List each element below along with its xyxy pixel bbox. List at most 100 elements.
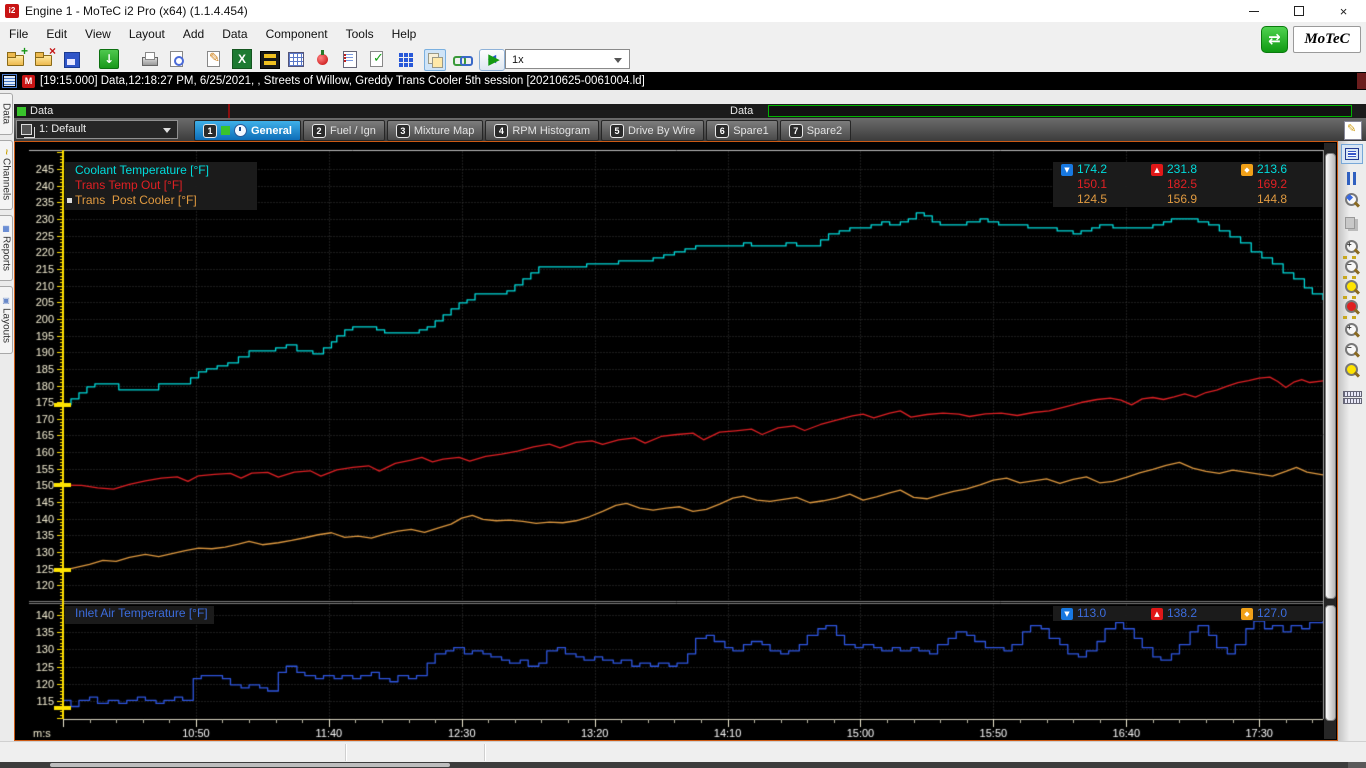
menu-tools[interactable]: Tools [337,23,383,45]
sidebar-tab-data[interactable]: Data [0,93,13,135]
air-max-value: 138.2 [1167,606,1197,621]
main-chart-legend: Coolant Temperature [°F] Trans Temp Out … [65,162,257,210]
play-icon[interactable]: ▶ [484,49,504,69]
close-button[interactable]: × [1321,0,1366,22]
data-header: Data Data [14,104,1366,118]
legend-coolant[interactable]: Coolant Temperature [°F] [75,163,251,178]
coolant-mean-value: 213.6 [1257,162,1287,177]
copy-windows-icon[interactable] [424,49,446,71]
tab-fuel-ign[interactable]: 2Fuel / Ign [303,120,385,141]
export-excel-icon[interactable]: X [232,49,252,69]
coolant-cursor-value: 174.2 [1077,162,1107,177]
data-range-box[interactable] [768,105,1352,117]
minimize-button[interactable] [1231,0,1276,22]
chart-panel: Coolant Temperature [°F] Trans Temp Out … [14,141,1338,741]
cursor-value-icon: ▼ [1061,608,1073,620]
layout-select[interactable]: 1: Default [16,120,178,139]
components-icon[interactable] [396,49,416,69]
display-mode-icon[interactable] [1341,144,1363,164]
menu-layout[interactable]: Layout [120,23,174,45]
tab-general[interactable]: 1 General [194,120,301,141]
main-chart-scroll-thumb[interactable] [1325,153,1336,599]
zoom-in-time-icon[interactable]: + [1341,238,1363,258]
sync-icon[interactable]: ⇄ [1261,26,1288,53]
app-icon: i2 [5,4,19,18]
save-icon[interactable] [62,49,82,69]
link-zoom-icon[interactable] [452,49,472,69]
zoom-out-vertical-icon[interactable]: − [1341,341,1363,361]
worksheet-tab-bar: 1: Default 1 General 2Fuel / Ign 3Mixtur… [14,118,1366,141]
legend-inlet-air[interactable]: Inlet Air Temperature [°F] [75,606,208,621]
menu-view[interactable]: View [76,23,120,45]
menu-component[interactable]: Component [257,23,337,45]
zoom-box-icon[interactable] [1341,298,1363,318]
mean-value-icon: ◆ [1241,608,1253,620]
edit-worksheet-icon[interactable] [1344,121,1362,140]
horizontal-scroll-thumb[interactable] [50,763,450,767]
table-icon[interactable] [286,49,306,69]
menu-help[interactable]: Help [383,23,426,45]
zoom-full-time-icon[interactable] [1341,278,1363,298]
video-icon[interactable] [260,51,280,69]
trans-post-mean-value: 144.8 [1257,192,1287,207]
verify-icon[interactable] [367,49,387,69]
menu-data[interactable]: Data [213,23,256,45]
tab-spare1[interactable]: 6Spare1 [706,120,777,141]
open-remove-icon[interactable]: × [34,49,54,69]
pause-icon[interactable] [1341,169,1363,189]
scroll-corner [1348,762,1366,768]
edit-details-icon[interactable] [204,49,224,69]
horizontal-scrollbar[interactable] [0,762,1366,768]
main-chart-values: ▼174.2 ▲231.8 ◆213.6 150.1 182.5 169.2 1… [1053,162,1323,207]
tab-rpm-histogram[interactable]: 4RPM Histogram [485,120,599,141]
sidebar-tab-channels[interactable]: ~Channels [0,140,13,210]
title-bar: i2 Engine 1 - MoTeC i2 Pro (x64) (1.1.4.… [0,0,1366,22]
menu-file[interactable]: File [0,23,37,45]
air-mean-value: 127.0 [1257,606,1287,621]
zoom-cursor-icon[interactable] [1341,191,1363,211]
layout-window-icon: ▣ [2,296,11,305]
open-add-icon[interactable]: + [6,49,26,69]
print-preview-icon[interactable] [167,49,187,69]
menu-edit[interactable]: Edit [37,23,76,45]
mean-value-icon: ◆ [1241,164,1253,176]
trans-out-cursor-value: 150.1 [1077,177,1107,192]
max-value-icon: ▲ [1151,608,1163,620]
tab-spare2[interactable]: 7Spare2 [780,120,851,141]
data-bar-scroll[interactable] [1357,73,1366,89]
air-chart-scroll-thumb[interactable] [1325,605,1336,721]
report-grid-icon: ▦ [2,224,11,233]
data-header-divider [228,104,230,118]
legend-trans-out[interactable]: Trans Temp Out [°F] [75,178,251,193]
data-file-bar: M [19:15.000] Data,12:18:27 PM, 6/25/202… [0,72,1366,90]
clock-icon [234,124,247,137]
restore-button[interactable] [1276,0,1321,22]
data-list-icon[interactable] [2,74,17,88]
tab-mixture-map[interactable]: 3Mixture Map [387,120,484,141]
legend-trans-post[interactable]: Trans Post Cooler [°F] [75,193,251,208]
max-value-icon: ▲ [1151,164,1163,176]
speed-select[interactable]: 1x [505,49,630,69]
sidebar-tab-reports[interactable]: ▦Reports [0,215,13,281]
data-header-right-label: Data [730,104,753,118]
tab-drive-by-wire[interactable]: 5Drive By Wire [601,120,704,141]
zoom-out-time-icon[interactable]: − [1341,258,1363,278]
import-log-icon[interactable]: ↓ [99,49,119,69]
left-sidebar: Data ~Channels ▦Reports ▣Layouts [0,90,14,741]
layers-icon [21,124,32,135]
zoom-full-vertical-icon[interactable] [1341,361,1363,381]
pan-icon[interactable] [1341,213,1363,233]
sidebar-tab-layouts[interactable]: ▣Layouts [0,286,13,354]
measure-icon[interactable] [1341,386,1363,406]
alarms-icon[interactable] [313,49,333,69]
motec-i2-window: i2 Engine 1 - MoTeC i2 Pro (x64) (1.1.4.… [0,0,1366,768]
window-title: Engine 1 - MoTeC i2 Pro (x64) (1.1.4.454… [25,4,248,18]
time-distance-chart[interactable] [15,142,1325,740]
properties-icon[interactable] [340,49,360,69]
menu-add[interactable]: Add [174,23,213,45]
menu-bar: File Edit View Layout Add Data Component… [0,22,1366,46]
data-status-square [17,107,26,116]
print-icon[interactable] [140,49,160,69]
zoom-in-vertical-icon[interactable]: + [1341,321,1363,341]
chart-vertical-scrollbar[interactable] [1324,143,1336,739]
